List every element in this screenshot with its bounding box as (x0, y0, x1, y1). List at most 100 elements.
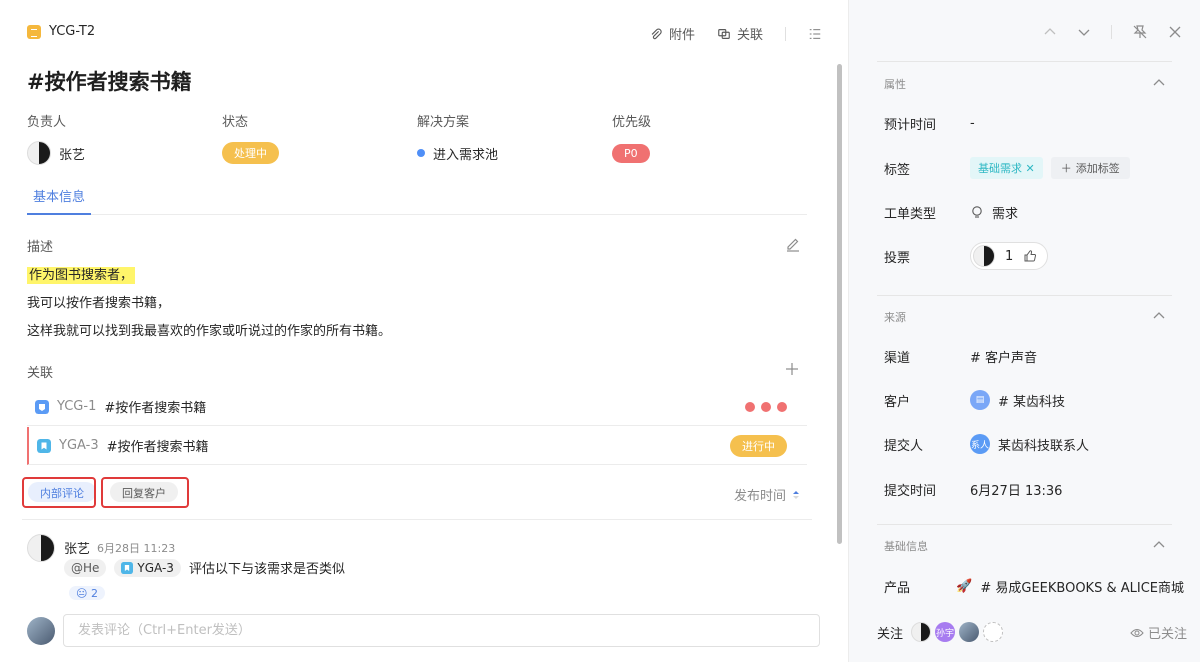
highlight-box (22, 477, 96, 508)
chevron-down-icon[interactable] (1077, 25, 1091, 39)
est-time-label: 预计时间 (884, 117, 937, 133)
divider (877, 61, 1172, 62)
ticket-ref-chip[interactable]: YGA-3 (114, 558, 181, 577)
link-icon (718, 28, 730, 39)
tag-chip[interactable]: 基础需求 ✕ (970, 157, 1043, 179)
dot-icon (777, 402, 787, 412)
sort-button[interactable]: 发布时间 (734, 485, 800, 504)
vote-button[interactable]: 1 (970, 242, 1049, 270)
toolbar-separator (1111, 25, 1112, 39)
ticket-type-icon (27, 24, 41, 39)
remove-tag-icon[interactable]: ✕ (1026, 162, 1035, 175)
comment-time: 6月28日 11:23 (97, 542, 176, 555)
eye-icon (1130, 628, 1144, 637)
ticket-id: YCG-T2 (27, 24, 95, 39)
rocket-icon: 🚀 (956, 578, 973, 594)
description-label: 描述 (27, 240, 54, 255)
tab-basic-info[interactable]: 基本信息 (27, 186, 91, 215)
assignee-label: 负责人 (27, 115, 67, 130)
dot-icon (745, 402, 755, 412)
description-line-1: 作为图书搜索者， (27, 264, 136, 284)
unpin-icon[interactable] (1132, 24, 1148, 40)
add-tag-label: 添加标签 (1075, 162, 1120, 175)
est-time-row[interactable]: 预计时间 - (884, 111, 1184, 135)
status-field[interactable]: 状态 处理中 (222, 111, 279, 164)
ticket-meta: 负责人 张艺 状态 处理中 解决方案 进入需求池 优先级 P0 (27, 111, 807, 165)
attach-label: 附件 (668, 28, 695, 43)
relations-label: 关联 (27, 366, 54, 381)
relation-title: #按作者搜索书籍 (106, 440, 209, 455)
assignee-field[interactable]: 负责人 张艺 (27, 111, 86, 165)
ticket-type-row[interactable]: 工单类型 需求 (884, 200, 1184, 224)
comment-author: 张艺 (64, 542, 91, 557)
divider (22, 519, 812, 520)
avatar (911, 622, 932, 642)
source-section-title: 来源 (884, 311, 906, 324)
description-line-2: 我可以按作者搜索书籍， (27, 296, 171, 311)
submitter-label: 提交人 (884, 438, 924, 454)
bookmark-icon (37, 438, 51, 453)
dot-icon (761, 402, 771, 412)
channel-label: 渠道 (884, 350, 911, 366)
submitter-row[interactable]: 提交人 系人 某齿科技联系人 (884, 432, 1184, 456)
avatar (27, 534, 55, 562)
relation-id: YGA-3 (59, 438, 99, 453)
ticket-title[interactable]: #按作者搜索书籍 (27, 66, 192, 96)
priority-badge: P0 (612, 143, 650, 163)
priority-field[interactable]: 优先级 P0 (612, 111, 651, 164)
relation-status-badge: 进行中 (730, 435, 787, 457)
divider (877, 524, 1172, 525)
reaction-chip[interactable]: 😐 2 (69, 586, 105, 600)
sort-label: 发布时间 (733, 489, 786, 504)
avatar: 孙宇 (935, 622, 956, 642)
submitter-value: 某齿科技联系人 (998, 438, 1090, 454)
chevron-up-icon[interactable] (1043, 25, 1057, 39)
ticket-id-text: YCG-T2 (49, 24, 96, 39)
ticket-ref-text: YGA-3 (137, 560, 174, 575)
sort-arrows-icon (793, 490, 799, 499)
comment-input[interactable] (63, 614, 820, 647)
assignee-name: 张艺 (59, 147, 86, 163)
highlight-box (101, 477, 189, 508)
type-label: 工单类型 (884, 206, 937, 222)
relation-row[interactable]: YCG-1 #按作者搜索书籍 (27, 388, 807, 426)
collapse-chevron-icon[interactable] (1152, 309, 1166, 323)
plus-icon: ＋ (1060, 162, 1072, 175)
comment-body: @He YGA-3 评估以下与该需求是否类似 (64, 558, 345, 577)
add-follower-icon[interactable] (983, 622, 1004, 642)
close-icon[interactable] (1168, 25, 1182, 39)
edit-icon[interactable] (785, 236, 801, 252)
requirement-icon (35, 399, 49, 414)
submit-time-value: 6月27日 13:36 (970, 483, 1063, 499)
mention-chip[interactable]: @He (64, 558, 107, 577)
collapse-chevron-icon[interactable] (1152, 76, 1166, 90)
customer-row[interactable]: 客户 ▤ # 某齿科技 (884, 388, 1184, 412)
product-row[interactable]: 产品 🚀 # 易成GEEKBOOKS & ALICE商城 (884, 574, 1184, 598)
followed-toggle[interactable]: 已关注 (1130, 623, 1187, 642)
solution-label: 解决方案 (417, 115, 470, 130)
status-badge: 处理中 (222, 142, 279, 164)
relation-row-selected[interactable]: YGA-3 #按作者搜索书籍 进行中 (27, 427, 807, 465)
add-tag-button[interactable]: ＋添加标签 (1050, 157, 1130, 179)
attach-button[interactable]: 附件 (649, 24, 695, 43)
relation-more-dots[interactable] (745, 388, 787, 426)
scrollbar[interactable] (837, 64, 842, 544)
ticket-detail-panel: YCG-T2 附件 关联 #按作者搜索书籍 负责人 张艺 状态 处理中 解决方案 (0, 0, 848, 662)
channel-row[interactable]: 渠道 # 客户声音 (884, 344, 1184, 368)
header-separator (785, 26, 786, 41)
add-relation-plus-icon[interactable] (785, 362, 799, 376)
customer-label: 客户 (884, 394, 911, 410)
bookmark-icon (121, 561, 134, 574)
relation-title: #按作者搜索书籍 (104, 401, 207, 416)
tags-label: 标签 (884, 162, 911, 178)
followers-bar: 关注 孙宇 已关注 (877, 620, 1187, 644)
channel-value: # 客户声音 (970, 350, 1038, 366)
sidebar-toolbar (1043, 24, 1182, 40)
solution-field[interactable]: 解决方案 进入需求池 (417, 111, 498, 164)
paperclip-icon (651, 28, 662, 39)
link-button[interactable]: 关联 (717, 24, 763, 43)
attributes-section-title: 属性 (884, 78, 906, 91)
followed-label: 已关注 (1147, 627, 1187, 642)
collapse-chevron-icon[interactable] (1152, 538, 1166, 552)
outline-list-icon[interactable] (808, 27, 822, 41)
